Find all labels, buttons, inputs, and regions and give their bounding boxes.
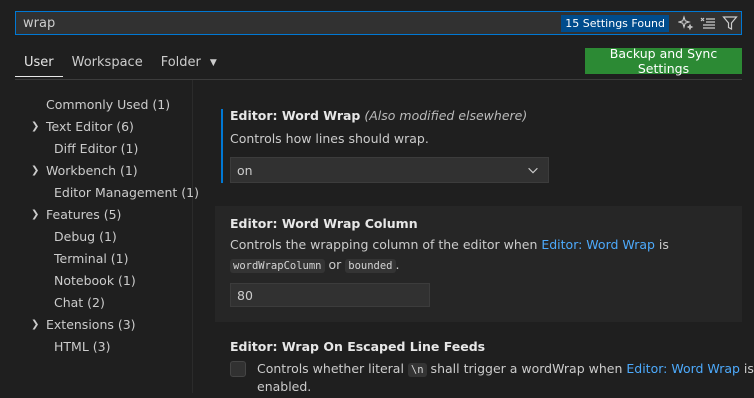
toc-item-terminal[interactable]: Terminal (1) — [0, 248, 192, 270]
settings-toc: Commonly Used (1) ❯ Text Editor (6) Diff … — [0, 94, 199, 358]
chevron-down-icon: ▼ — [209, 57, 217, 68]
toc-item-extensions[interactable]: ❯ Extensions (3) — [0, 314, 192, 336]
tab-workspace[interactable]: Workspace — [63, 54, 152, 76]
setting-link[interactable]: Editor: Word Wrap — [626, 361, 740, 376]
toc-item-html[interactable]: HTML (3) — [0, 336, 192, 358]
setting-title: Editor: Wrap On Escaped Line Feeds — [230, 339, 485, 354]
setting-description: Controls how lines should wrap. — [230, 131, 429, 146]
tab-user[interactable]: User — [15, 54, 63, 77]
toc-item-label: Workbench (1) — [46, 163, 138, 178]
setting-category: Editor: — [230, 216, 282, 231]
setting-category: Editor: — [230, 108, 282, 123]
toc-item-label: Text Editor (6) — [46, 119, 134, 134]
desc-text: shall trigger a wordWrap when — [426, 361, 627, 376]
desc-text: is — [739, 361, 754, 376]
toc-item-diff-editor[interactable]: Diff Editor (1) — [0, 138, 192, 160]
setting-name: Word Wrap Column — [281, 216, 418, 231]
desc-text: Controls whether literal — [257, 361, 408, 376]
toc-item-label: Chat (2) — [54, 295, 105, 310]
settings-search-box[interactable]: 15 Settings Found — [15, 11, 742, 35]
word-wrap-column-input[interactable] — [230, 283, 430, 307]
toc-item-commonly-used[interactable]: Commonly Used (1) — [0, 94, 192, 116]
tab-folder[interactable]: Folder ▼ — [152, 54, 226, 76]
tab-folder-label: Folder — [160, 55, 201, 70]
select-value: on — [237, 162, 253, 178]
toc-item-label: Extensions (3) — [46, 317, 136, 332]
setting-title: Editor: Word Wrap (Also modified elsewher… — [230, 108, 527, 123]
setting-title: Editor: Word Wrap Column — [230, 216, 418, 231]
toc-item-label: Editor Management (1) — [54, 185, 199, 200]
toc-item-workbench[interactable]: ❯ Workbench (1) — [0, 160, 192, 182]
inline-code: wordWrapColumn — [230, 259, 325, 273]
chevron-right-icon: ❯ — [31, 165, 40, 176]
toc-item-text-editor[interactable]: ❯ Text Editor (6) — [0, 116, 192, 138]
toc-item-label: HTML (3) — [54, 339, 111, 354]
toc-item-notebook[interactable]: Notebook (1) — [0, 270, 192, 292]
toc-item-label: Commonly Used (1) — [46, 97, 171, 112]
backup-sync-button[interactable]: Backup and Sync Settings — [585, 46, 742, 76]
word-wrap-select[interactable]: on — [230, 157, 549, 183]
toc-item-label: Terminal (1) — [54, 251, 129, 266]
setting-wrap-escaped-line-feeds: Editor: Wrap On Escaped Line Feeds Contr… — [215, 330, 754, 394]
wrap-escaped-checkbox[interactable] — [230, 361, 246, 377]
chevron-down-icon — [528, 167, 538, 174]
settings-search-input[interactable] — [16, 12, 562, 34]
chevron-right-icon: ❯ — [31, 209, 40, 220]
setting-word-wrap: Editor: Word Wrap (Also modified elsewher… — [215, 98, 742, 192]
modified-elsewhere-link[interactable]: (Also modified elsewhere) — [364, 108, 527, 123]
setting-word-wrap-column: Editor: Word Wrap Column Controls the wr… — [215, 206, 742, 322]
desc-text: Controls the wrapping column of the edit… — [230, 237, 542, 252]
setting-name: Word Wrap — [281, 108, 361, 123]
toc-item-label: Notebook (1) — [54, 273, 136, 288]
chevron-right-icon: ❯ — [31, 121, 40, 132]
toc-divider — [192, 80, 193, 393]
toc-item-chat[interactable]: Chat (2) — [0, 292, 192, 314]
setting-name: Wrap On Escaped Line Feeds — [281, 339, 486, 354]
sparkle-icon[interactable] — [675, 12, 697, 34]
toc-item-features[interactable]: ❯ Features (5) — [0, 204, 192, 226]
setting-link[interactable]: Editor: Word Wrap — [541, 237, 655, 252]
results-count-badge: 15 Settings Found — [561, 14, 669, 32]
setting-description-line2: enabled. — [257, 379, 312, 394]
toc-item-debug[interactable]: Debug (1) — [0, 226, 192, 248]
inline-code: \n — [407, 363, 427, 377]
filter-icon[interactable] — [719, 12, 741, 34]
setting-category: Editor: — [230, 339, 282, 354]
setting-description-line2: wordWrapColumn or bounded. — [230, 254, 400, 277]
chevron-right-icon: ❯ — [31, 319, 40, 330]
tabs-divider — [15, 79, 742, 80]
toc-item-editor-management[interactable]: Editor Management (1) — [0, 182, 199, 204]
desc-text: or — [324, 257, 346, 272]
toc-item-label: Features (5) — [46, 207, 122, 222]
settings-scope-tabs: User Workspace Folder ▼ — [15, 54, 226, 78]
toc-item-label: Debug (1) — [54, 229, 117, 244]
setting-description: Controls the wrapping column of the edit… — [230, 234, 669, 256]
desc-text: is — [654, 237, 669, 252]
setting-description: Controls whether literal \n shall trigge… — [257, 358, 754, 381]
inline-code: bounded — [345, 259, 396, 273]
clear-filter-icon[interactable] — [697, 12, 719, 34]
desc-text: . — [395, 257, 400, 272]
toc-item-label: Diff Editor (1) — [54, 141, 139, 156]
